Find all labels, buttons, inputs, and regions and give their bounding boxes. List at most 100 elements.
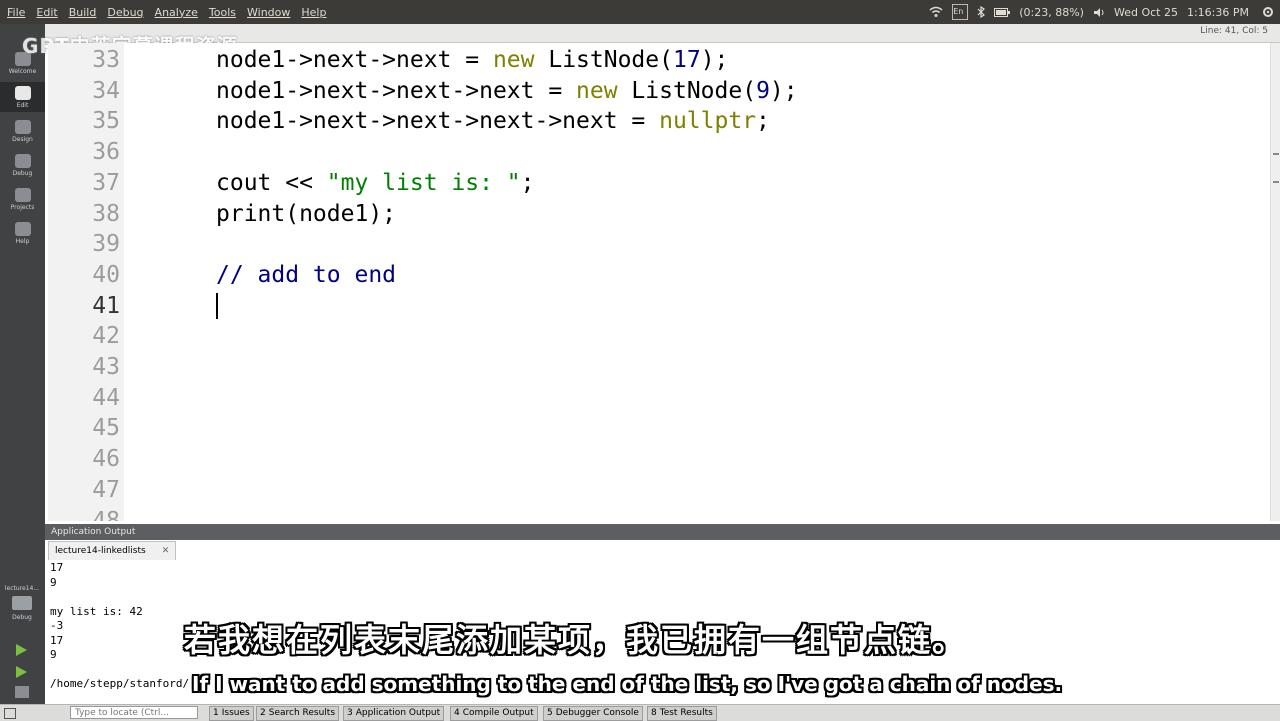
line-number: 41: [92, 292, 120, 319]
line-number: 40: [92, 261, 120, 288]
cursor-position[interactable]: Line: 41, Col: 5: [1200, 26, 1268, 36]
mode-label-design: Design: [12, 136, 33, 143]
tab-number: 5: [547, 708, 553, 718]
mode-help[interactable]: Help: [0, 218, 45, 248]
clock-label[interactable]: 1:16:36 PM: [1187, 6, 1249, 19]
tab-label: Application Output: [355, 708, 441, 718]
tab-label: Test Results: [659, 708, 713, 718]
tab-application-output[interactable]: 3 Application Output: [343, 706, 445, 721]
tab-number: 4: [454, 708, 460, 718]
scrollbar-marker: [1273, 181, 1279, 183]
output-tab-label: lecture14-linkedlists: [55, 546, 146, 556]
code-line[interactable]: cout << "my list is: ";: [216, 168, 535, 198]
tab-debugger-console[interactable]: 5 Debugger Console: [543, 706, 643, 721]
battery-icon[interactable]: [994, 7, 1011, 17]
output-line: 17: [50, 561, 64, 574]
tab-test-results[interactable]: 8 Test Results: [647, 706, 717, 721]
menu-analyze[interactable]: Analyze: [155, 6, 198, 19]
main-menu: File Edit Build Debug Analyze Tools Wind…: [0, 0, 337, 24]
tab-number: 1: [213, 708, 219, 718]
menu-debug[interactable]: Debug: [107, 6, 143, 19]
subtitle-english: If I want to add something to the end of…: [192, 672, 1063, 696]
menu-build[interactable]: Build: [69, 6, 97, 19]
locator-input[interactable]: Type to locate (Ctrl...: [70, 706, 198, 719]
line-number: 37: [92, 169, 120, 196]
mode-label-projects: Projects: [10, 204, 35, 211]
output-line: 9: [50, 575, 57, 589]
line-number: 36: [92, 139, 120, 166]
close-icon[interactable]: ✕: [162, 546, 170, 556]
line-number: 48: [92, 507, 120, 522]
power-gear-icon[interactable]: [1262, 6, 1274, 18]
projects-wrench-icon: [14, 188, 31, 202]
build-hammer-icon[interactable]: [15, 686, 29, 698]
sidebar-toggle-icon[interactable]: [4, 708, 16, 719]
debug-run-icon[interactable]: [16, 666, 27, 678]
output-line: 17: [50, 633, 64, 647]
tab-label: Search Results: [268, 708, 336, 718]
kit-monitor-icon[interactable]: [12, 596, 32, 610]
output-pane-header: Application Output: [45, 524, 1280, 540]
keyboard-layout-indicator[interactable]: En: [952, 4, 969, 20]
kit-build-config[interactable]: Debug: [2, 614, 42, 621]
line-number: 33: [92, 47, 120, 73]
run-icon[interactable]: [16, 644, 27, 656]
help-book-icon: [14, 222, 31, 236]
bluetooth-icon[interactable]: [977, 6, 986, 18]
line-number: 47: [92, 476, 120, 503]
output-line: 9: [50, 648, 57, 661]
text-cursor: [216, 292, 218, 319]
code-line[interactable]: print(node1);: [216, 199, 396, 229]
subtitle-chinese: 若我想在列表末尾添加某项，我已拥有一组节点链。: [184, 621, 967, 659]
code-line[interactable]: node1->next->next->next = new ListNode(9…: [216, 76, 798, 106]
line-number: 44: [92, 384, 120, 411]
mode-label-edit: Edit: [16, 102, 29, 109]
tab-label: Debugger Console: [555, 708, 639, 718]
code-editor[interactable]: node1->next->next = new ListNode(17); nod…: [124, 43, 1270, 521]
tab-search-results[interactable]: 2 Search Results: [256, 706, 340, 721]
editor-scrollbar[interactable]: [1270, 43, 1280, 521]
line-number: 43: [92, 354, 120, 380]
menu-tools[interactable]: Tools: [209, 6, 236, 19]
menu-window[interactable]: Window: [247, 6, 290, 19]
output-tab[interactable]: lecture14-linkedlists ✕: [48, 541, 177, 561]
line-number: 35: [92, 108, 120, 135]
tab-compile-output[interactable]: 4 Compile Output: [450, 706, 538, 721]
menu-help[interactable]: Help: [301, 6, 326, 19]
line-number: 42: [92, 323, 120, 350]
menu-file[interactable]: File: [7, 6, 25, 19]
line-number: 45: [92, 415, 120, 442]
output-pane-title: Application Output: [51, 527, 136, 537]
line-number: 38: [92, 200, 120, 227]
line-number: 39: [92, 231, 120, 258]
tab-number: 3: [347, 708, 353, 718]
kit-project-label[interactable]: lecture14...: [2, 585, 42, 592]
tab-issues[interactable]: 1 Issues: [209, 706, 254, 721]
design-pencil-icon: [14, 120, 31, 134]
debug-bug-icon: [14, 154, 31, 168]
mode-label-debug: Debug: [12, 170, 33, 177]
system-tray: En (0:23, 88%) Wed Oct 25 1:16:36 PM: [920, 0, 1280, 24]
code-line[interactable]: // add to end: [216, 260, 396, 290]
date-label[interactable]: Wed Oct 25: [1114, 6, 1178, 19]
mode-edit[interactable]: Edit: [0, 82, 45, 112]
mode-label-help: Help: [15, 238, 30, 245]
code-line[interactable]: node1->next->next->next->next = nullptr;: [216, 106, 770, 136]
tab-label: Compile Output: [462, 708, 534, 718]
scrollbar-marker: [1273, 153, 1279, 155]
tab-number: 8: [651, 708, 657, 718]
volume-icon[interactable]: [1093, 7, 1105, 18]
mode-debug[interactable]: Debug: [0, 150, 45, 180]
tab-label: Issues: [221, 708, 250, 718]
battery-status: (0:23, 88%): [1019, 5, 1084, 19]
menu-edit[interactable]: Edit: [36, 6, 57, 19]
edit-document-icon: [14, 86, 31, 100]
mode-projects[interactable]: Projects: [0, 184, 45, 214]
code-line[interactable]: node1->next->next = new ListNode(17);: [216, 45, 728, 75]
line-number: 34: [92, 77, 120, 104]
tab-number: 2: [260, 708, 266, 718]
output-line: my list is: 42: [50, 604, 143, 618]
status-bar: Type to locate (Ctrl... 1 Issues 2 Search …: [0, 704, 1280, 721]
mode-design[interactable]: Design: [0, 116, 45, 146]
wifi-icon[interactable]: [929, 6, 943, 18]
